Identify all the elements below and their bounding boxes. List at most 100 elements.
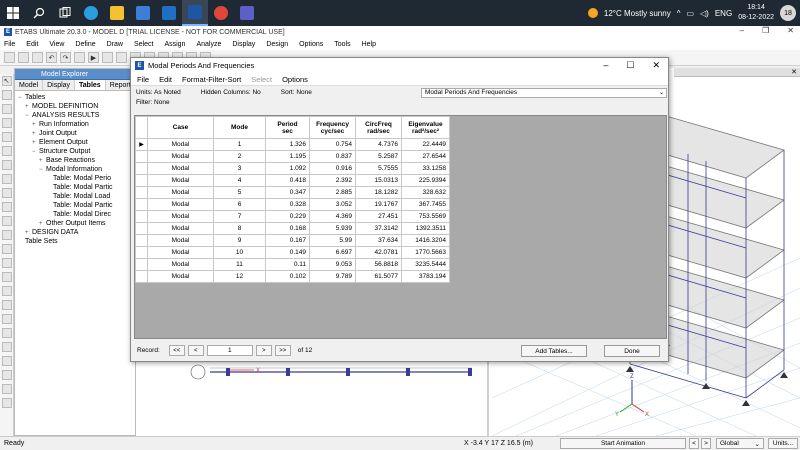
table-cell[interactable]: Modal — [147, 234, 214, 247]
expand-icon[interactable]: + — [25, 103, 32, 111]
add-tables-button[interactable]: Add Tables... — [521, 345, 587, 357]
tree-item[interactable]: + Element Output — [18, 138, 132, 147]
menu-edit[interactable]: Edit — [26, 41, 38, 48]
snap-icon[interactable] — [1, 328, 12, 338]
collapse-icon[interactable]: − — [25, 112, 32, 120]
menu-design[interactable]: Design — [266, 41, 288, 48]
menu-select[interactable]: Select — [134, 41, 153, 48]
dialog-menu-select[interactable]: Select — [251, 75, 272, 84]
column-header[interactable]: Period sec — [265, 116, 310, 139]
windows-icon[interactable] — [0, 0, 26, 26]
table-cell[interactable]: 4 — [213, 174, 266, 187]
current-row-indicator-icon[interactable]: ▶ — [135, 138, 148, 151]
table-cell[interactable]: 0.328 — [265, 198, 310, 211]
table-cell[interactable]: Modal — [147, 270, 214, 283]
table-row[interactable]: Modal 2 1.195 0.837 5.2587 27.6544 — [135, 150, 450, 163]
table-cell[interactable]: 56.8818 — [355, 258, 402, 271]
draw-brace-icon[interactable] — [1, 160, 12, 170]
draw-column-icon[interactable] — [1, 146, 12, 156]
close-icon[interactable]: ✕ — [652, 60, 660, 71]
menu-tools[interactable]: Tools — [334, 41, 350, 48]
tree-item[interactable]: − Modal Information — [18, 165, 132, 174]
table-cell[interactable]: 2 — [213, 150, 266, 163]
table-cell[interactable]: 9.053 — [309, 258, 356, 271]
table-cell[interactable]: 10 — [213, 246, 266, 259]
dialog-menu-file[interactable]: File — [137, 75, 149, 84]
table-row[interactable]: Modal 9 0.167 5.99 37.634 1416.3204 — [135, 234, 450, 247]
lock-icon[interactable] — [74, 52, 85, 63]
tree-item[interactable]: + Run Information — [18, 120, 132, 129]
teams-icon[interactable] — [234, 0, 260, 26]
collapse-icon[interactable]: − — [18, 94, 25, 102]
tree-item[interactable]: + MODEL DEFINITION — [18, 102, 132, 111]
row-selector[interactable] — [135, 150, 148, 163]
start-animation-button[interactable]: Start Animation — [560, 438, 686, 449]
table-cell[interactable]: 0.167 — [265, 234, 310, 247]
draw-beam-icon[interactable] — [1, 132, 12, 142]
table-cell[interactable]: 11 — [213, 258, 266, 271]
tree-item[interactable]: Table: Modal Perio — [18, 174, 132, 183]
table-cell[interactable]: 27.6544 — [401, 150, 450, 163]
table-cell[interactable]: Modal — [147, 186, 214, 199]
record-number-input[interactable]: 1 — [206, 345, 253, 356]
table-row[interactable]: Modal 11 0.11 9.053 56.8818 3235.5444 — [135, 258, 450, 271]
table-cell[interactable]: 3235.5444 — [401, 258, 450, 271]
tree-item[interactable]: + Joint Output — [18, 129, 132, 138]
table-select-dropdown[interactable]: Modal Periods And Frequencies ⌄ — [421, 88, 667, 98]
table-cell[interactable]: 1.092 — [265, 162, 310, 175]
last-record-button[interactable]: >> — [274, 345, 291, 356]
previous-record-button[interactable]: < — [187, 345, 204, 356]
table-cell[interactable]: 4.7376 — [355, 138, 402, 151]
table-cell[interactable]: 0.149 — [265, 246, 310, 259]
table-cell[interactable]: 7 — [213, 210, 266, 223]
draw-frame-icon[interactable] — [1, 118, 12, 128]
table-cell[interactable]: 5.939 — [309, 222, 356, 235]
table-cell[interactable]: 3.052 — [309, 198, 356, 211]
table-cell[interactable]: 4.369 — [309, 210, 356, 223]
tray-chevron-icon[interactable]: ^ — [677, 9, 681, 18]
row-selector[interactable] — [135, 174, 148, 187]
tree-item[interactable]: + DESIGN DATA — [18, 228, 132, 237]
network-icon[interactable]: ▭ — [686, 9, 694, 18]
tree-item[interactable]: Table Sets — [18, 237, 132, 246]
table-row[interactable]: Modal 3 1.092 0.916 5.7555 33.1258 — [135, 162, 450, 175]
table-cell[interactable]: 33.1258 — [401, 162, 450, 175]
table-cell[interactable]: 8 — [213, 222, 266, 235]
table-cell[interactable]: 42.0781 — [355, 246, 402, 259]
select-all-icon[interactable] — [1, 286, 12, 296]
draw-floor-icon[interactable] — [1, 174, 12, 184]
tree-item[interactable]: − ANALYSIS RESULTS — [18, 111, 132, 120]
tab-display[interactable]: Display — [43, 80, 76, 90]
table-cell[interactable]: 0.837 — [309, 150, 356, 163]
table-cell[interactable]: Modal — [147, 162, 214, 175]
table-cell[interactable]: 37.3142 — [355, 222, 402, 235]
row-selector[interactable] — [135, 222, 148, 235]
table-cell[interactable]: 1.326 — [265, 138, 310, 151]
table-cell[interactable]: Modal — [147, 246, 214, 259]
first-record-button[interactable]: << — [168, 345, 185, 356]
column-header[interactable]: Case — [147, 116, 214, 139]
minimize-icon[interactable]: – — [740, 26, 744, 35]
column-header[interactable]: CircFreq rad/sec — [355, 116, 402, 139]
table-cell[interactable]: 18.1282 — [355, 186, 402, 199]
animation-prev-button[interactable]: < — [689, 438, 699, 449]
table-cell[interactable]: 19.1767 — [355, 198, 402, 211]
table-cell[interactable]: Modal — [147, 138, 214, 151]
model-explorer-title[interactable]: Model Explorer — [15, 69, 135, 80]
table-cell[interactable]: 2.392 — [309, 174, 356, 187]
row-selector[interactable] — [135, 246, 148, 259]
tree-item[interactable]: Table: Modal Load — [18, 192, 132, 201]
search-icon[interactable] — [26, 0, 52, 26]
table-cell[interactable]: 0.168 — [265, 222, 310, 235]
etabs-icon[interactable] — [182, 0, 208, 26]
draw-wall-icon[interactable] — [1, 188, 12, 198]
table-cell[interactable]: 328.632 — [401, 186, 450, 199]
snap-perpendicular-icon[interactable] — [1, 370, 12, 380]
tree-item[interactable]: Table: Modal Partic — [18, 201, 132, 210]
row-selector[interactable] — [135, 186, 148, 199]
notification-badge[interactable]: 18 — [780, 5, 796, 21]
menu-file[interactable]: File — [4, 41, 15, 48]
close-icon[interactable]: ✕ — [787, 26, 794, 35]
zoom-in-icon[interactable] — [102, 52, 113, 63]
tab-model[interactable]: Model — [15, 80, 44, 90]
